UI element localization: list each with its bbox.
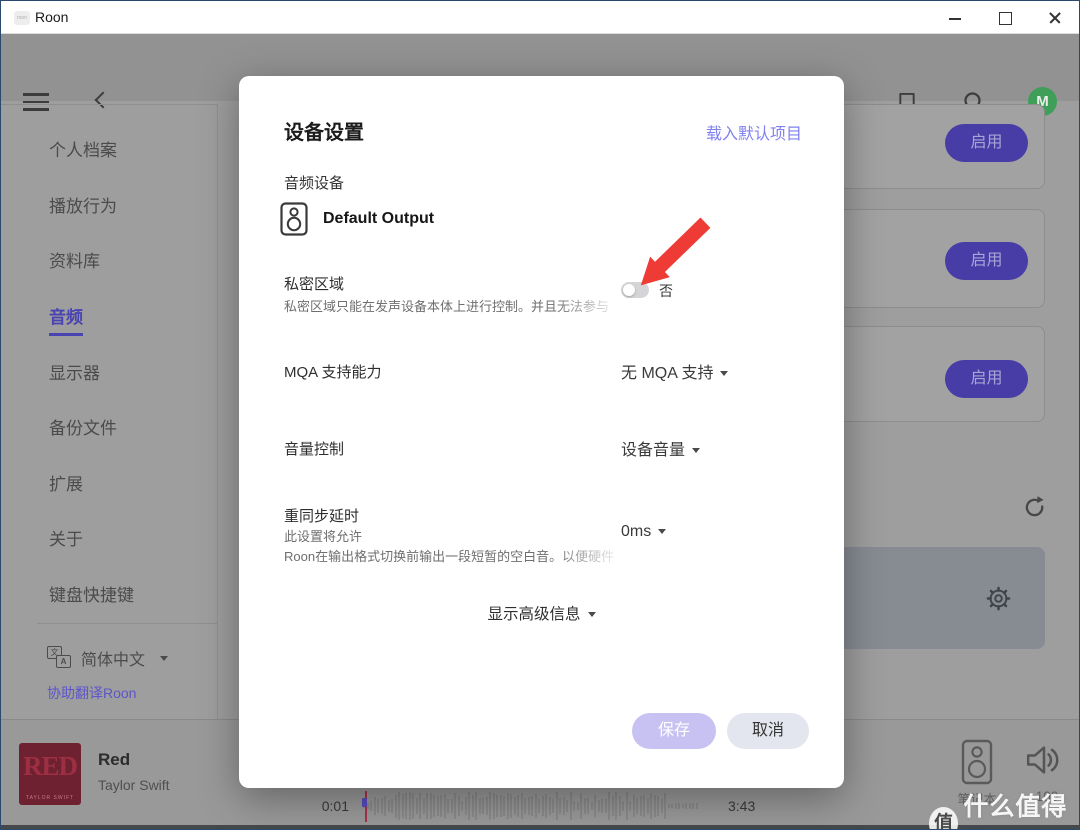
window-title: Roon xyxy=(35,9,68,25)
sidebar-item-displays[interactable]: 显示器 xyxy=(49,343,134,399)
refresh-icon[interactable] xyxy=(1023,495,1046,518)
track-artist[interactable]: Taylor Swift xyxy=(98,777,170,793)
minimize-button[interactable] xyxy=(943,6,967,30)
elapsed-time: 0:01 xyxy=(289,798,349,814)
sidebar-item-about[interactable]: 关于 xyxy=(49,510,134,566)
watermark: 值 什么值得买 xyxy=(929,787,1079,830)
sidebar-item-shortcuts[interactable]: 键盘快捷键 xyxy=(49,566,134,622)
show-advanced-toggle[interactable]: 显示高级信息 xyxy=(239,602,844,624)
mqa-dropdown[interactable]: 无 MQA 支持 xyxy=(621,359,728,383)
device-name: Default Output xyxy=(323,210,434,228)
album-art[interactable]: RED TAYLOR SWIFT xyxy=(19,743,81,805)
translate-roon-link[interactable]: 协助翻译Roon xyxy=(47,683,136,703)
enable-button[interactable]: 启用 xyxy=(945,242,1028,280)
resync-delay-description-1: 此设置将允许 xyxy=(284,526,629,545)
sidebar-item-extensions[interactable]: 扩展 xyxy=(49,455,134,511)
dialog-title: 设备设置 xyxy=(284,116,364,145)
volume-control-dropdown[interactable]: 设备音量 xyxy=(621,436,700,460)
speaker-icon xyxy=(280,202,308,236)
playhead-marker xyxy=(362,798,367,807)
private-zone-description: 私密区域只能在发声设备本体上进行控制。并且无法参与 xyxy=(284,296,629,315)
chevron-down-icon xyxy=(692,448,700,453)
chevron-down-icon xyxy=(658,529,666,534)
sidebar-language-divider xyxy=(37,623,217,624)
mqa-label: MQA 支持能力 xyxy=(284,361,382,382)
pointer-arrow xyxy=(633,217,719,293)
cancel-button[interactable]: 取消 xyxy=(727,713,809,749)
enable-button[interactable]: 启用 xyxy=(945,360,1028,398)
watermark-text: 什么值得买 xyxy=(963,787,1079,830)
sidebar-vertical-divider xyxy=(217,104,218,719)
settings-sidebar: 个人档案 播放行为 资料库 音频 显示器 备份文件 扩展 关于 键盘快捷键 xyxy=(49,121,134,621)
resync-delay-description-2: Roon在输出格式切换前输出一段短暂的空白音。以便硬件 xyxy=(284,546,629,565)
sidebar-top-divider xyxy=(1,104,217,105)
sidebar-item-audio[interactable]: 音频 xyxy=(49,288,134,344)
bottom-edge xyxy=(1,825,1080,830)
sidebar-item-library[interactable]: 资料库 xyxy=(49,232,134,288)
language-selector[interactable]: 文A 简体中文 xyxy=(47,642,168,674)
chevron-down-icon xyxy=(720,371,728,376)
translate-icon: 文A xyxy=(47,646,73,670)
device-settings-dialog: 设备设置 载入默认项目 音频设备 Default Output 私密区域 私密区… xyxy=(239,76,844,788)
resync-delay-dropdown[interactable]: 0ms xyxy=(621,523,666,541)
resync-delay-label: 重同步延时 xyxy=(284,505,359,526)
output-zone-icon[interactable] xyxy=(959,739,995,787)
load-defaults-link[interactable]: 载入默认项目 xyxy=(706,120,802,144)
audio-device-label: 音频设备 xyxy=(284,172,344,193)
back-icon[interactable] xyxy=(95,92,112,109)
private-zone-label: 私密区域 xyxy=(284,273,344,294)
enable-button[interactable]: 启用 xyxy=(945,124,1028,162)
sidebar-item-backups[interactable]: 备份文件 xyxy=(49,399,134,455)
sidebar-item-profile[interactable]: 个人档案 xyxy=(49,121,134,177)
chevron-down-icon xyxy=(588,612,596,617)
maximize-button[interactable] xyxy=(993,6,1017,30)
titlebar: roon Roon xyxy=(1,1,1079,34)
roon-window: roon Roon M 个人档案 播放行为 资料库 音频 显示器 备份文件 扩展… xyxy=(0,0,1080,830)
volume-icon[interactable] xyxy=(1027,744,1061,776)
volume-control-label: 音量控制 xyxy=(284,438,344,459)
watermark-badge: 值 xyxy=(929,807,958,830)
seek-waveform[interactable] xyxy=(363,789,703,823)
roon-app-icon: roon xyxy=(14,11,30,25)
chevron-down-icon xyxy=(160,656,168,661)
close-button[interactable] xyxy=(1043,6,1067,30)
gear-icon[interactable] xyxy=(985,585,1012,612)
language-label: 简体中文 xyxy=(81,646,145,670)
track-title[interactable]: Red xyxy=(98,750,130,770)
total-duration: 3:43 xyxy=(728,798,755,814)
save-button[interactable]: 保存 xyxy=(632,713,716,749)
sidebar-item-playback[interactable]: 播放行为 xyxy=(49,177,134,233)
menu-icon[interactable] xyxy=(23,93,49,111)
